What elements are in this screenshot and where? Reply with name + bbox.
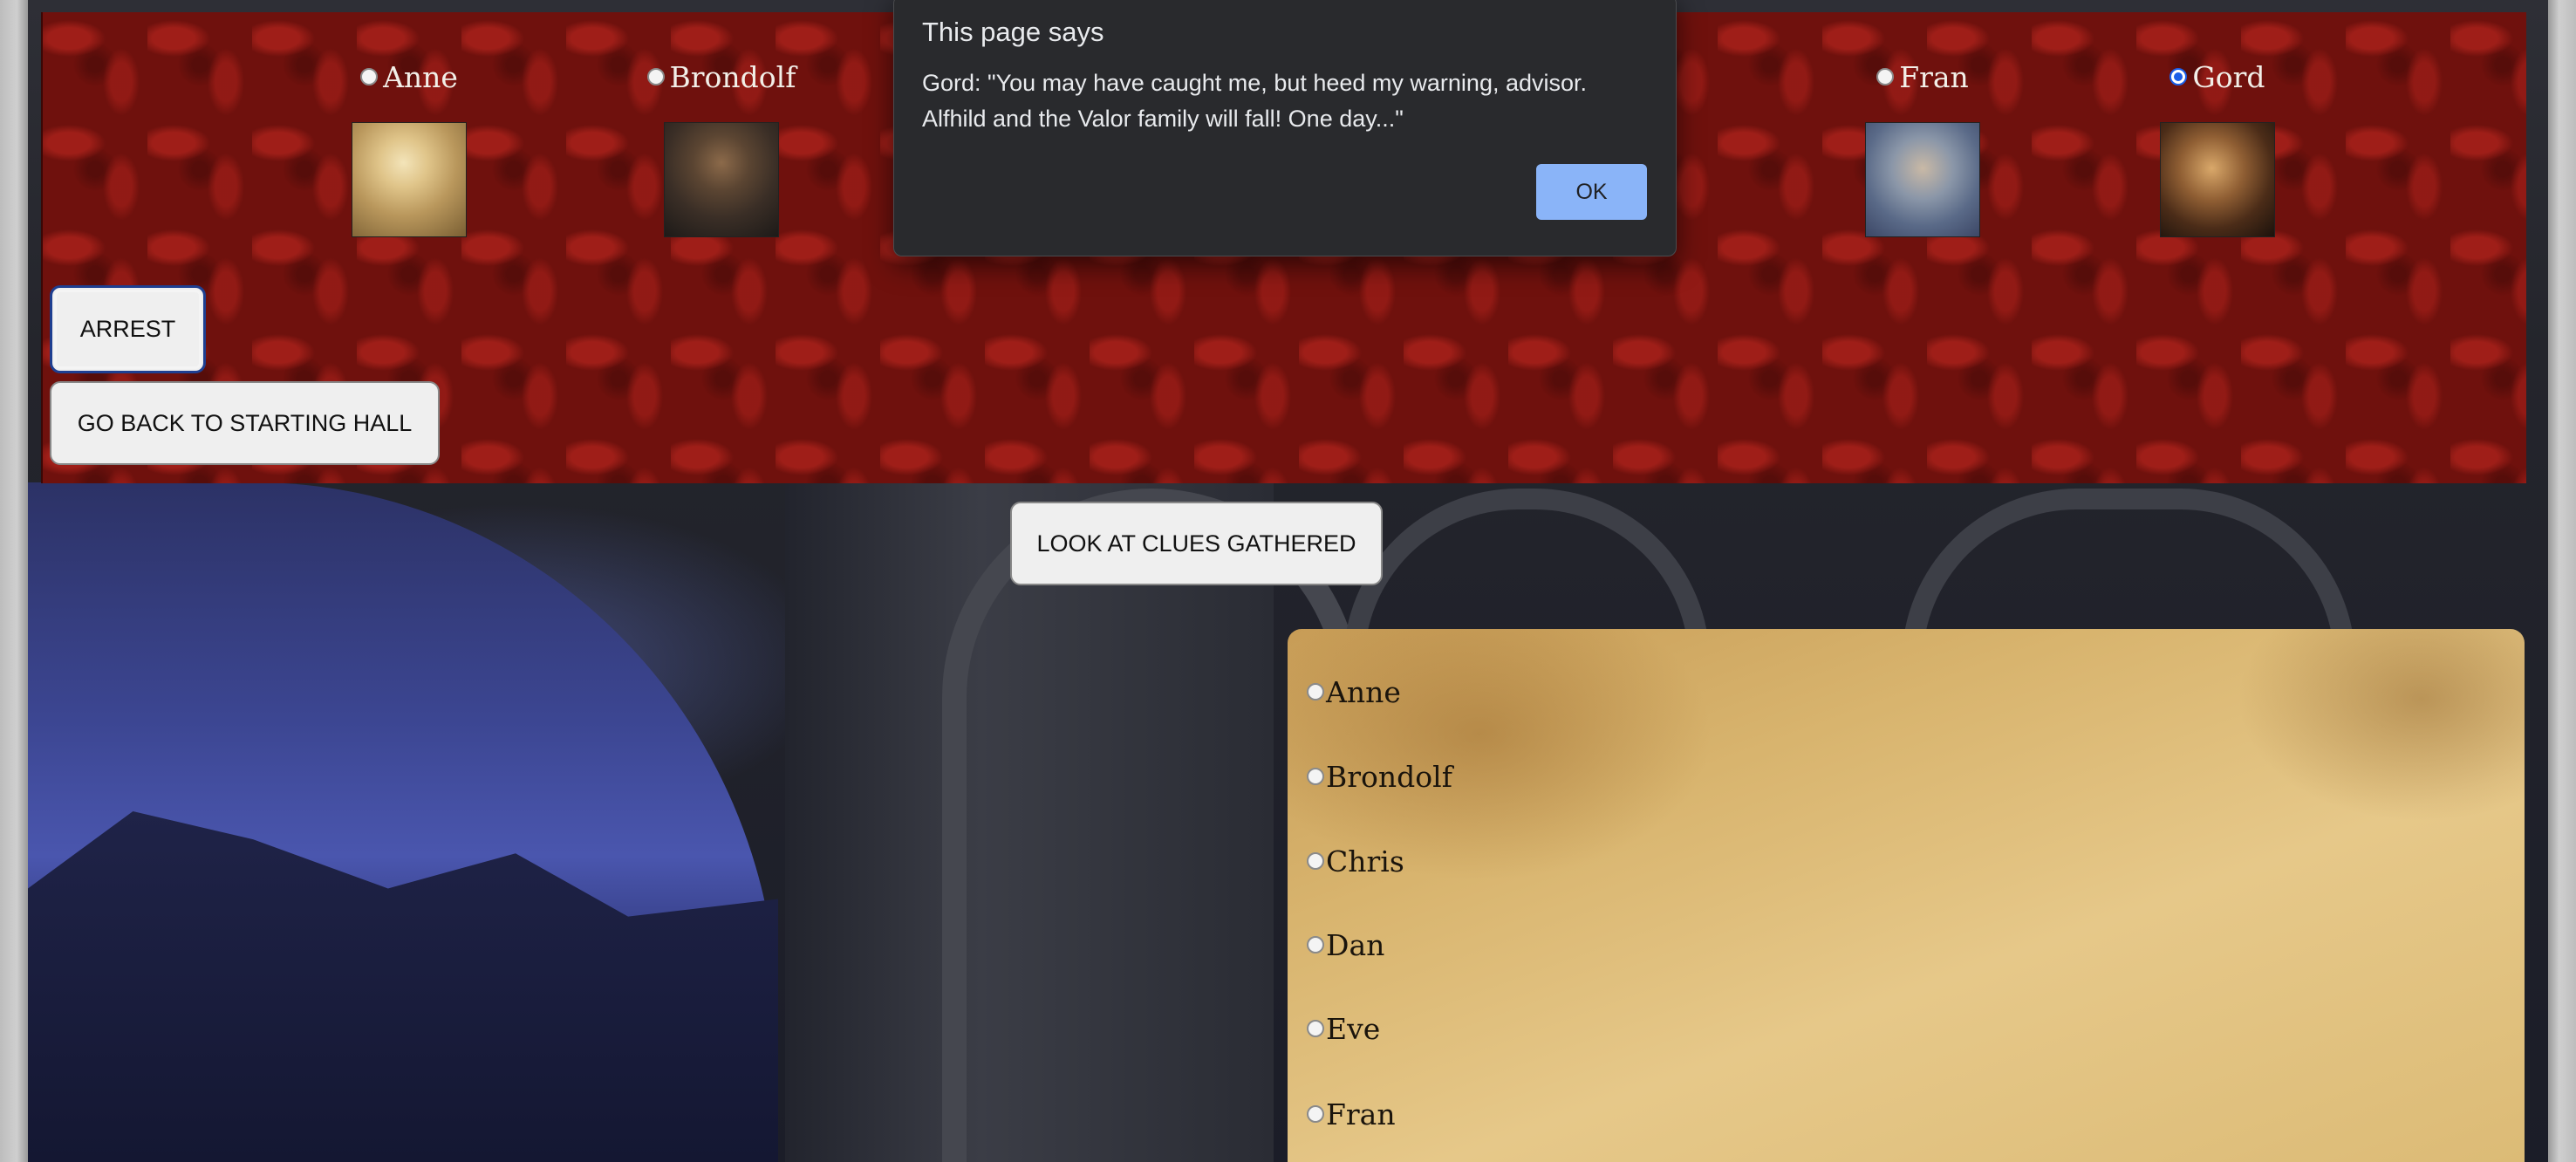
clue-radio-chris[interactable] (1307, 852, 1324, 870)
suspect-radio-brondolf[interactable] (646, 68, 665, 85)
dialog-message: Gord: "You may have caught me, but heed … (922, 70, 1588, 132)
suspect-radio-gord[interactable] (2169, 68, 2188, 85)
clue-item-fran[interactable]: Fran (1307, 1097, 1396, 1131)
clue-item-anne[interactable]: Anne (1307, 674, 1401, 709)
look-at-clues-button[interactable]: LOOK AT CLUES GATHERED (1010, 502, 1383, 585)
suspect-radio-row[interactable]: Brondolf (625, 59, 817, 94)
suspect-radio-fran[interactable] (1876, 68, 1895, 85)
clue-radio-dan[interactable] (1307, 936, 1324, 954)
suspect-radio-anne[interactable] (360, 68, 379, 85)
brondolf-portrait (664, 122, 779, 237)
clue-label: Eve (1326, 1011, 1381, 1046)
clue-item-chris[interactable]: Chris (1307, 844, 1404, 878)
clue-radio-brondolf[interactable] (1307, 768, 1324, 785)
back-to-starting-hall-button[interactable]: GO BACK TO STARTING HALL (50, 381, 440, 465)
clue-parchment-panel: Anne Brondolf Chris Dan Eve Fran (1288, 629, 2525, 1162)
arrest-button[interactable]: ARREST (50, 285, 206, 373)
clue-label: Dan (1326, 927, 1385, 962)
suspect-anne[interactable]: Anne (313, 59, 505, 269)
gord-portrait (2160, 122, 2275, 237)
clue-label: Brondolf (1326, 759, 1452, 794)
suspect-label: Fran (1899, 59, 1969, 94)
clue-label: Chris (1326, 844, 1404, 878)
suspect-fran[interactable]: Fran (1827, 59, 2019, 269)
page-frame-right (2548, 0, 2576, 1162)
suspect-radio-row[interactable]: Gord (2122, 59, 2313, 94)
clue-label: Fran (1326, 1097, 1396, 1131)
clue-item-eve[interactable]: Eve (1307, 1011, 1380, 1046)
clue-label: Anne (1326, 674, 1401, 709)
suspect-gord[interactable]: Gord (2122, 59, 2313, 269)
page-frame-left (0, 0, 28, 1162)
suspect-label: Gord (2192, 59, 2265, 94)
dialog-ok-button[interactable]: OK (1536, 164, 1647, 220)
dialog-title: This page says (922, 17, 1104, 47)
suspect-radio-row[interactable]: Fran (1827, 59, 2019, 94)
alert-dialog: This page says Gord: "You may have caugh… (893, 0, 1677, 256)
suspect-label: Brondolf (669, 59, 796, 94)
clue-radio-eve[interactable] (1307, 1020, 1324, 1037)
clue-radio-fran[interactable] (1307, 1105, 1324, 1123)
clue-radio-anne[interactable] (1307, 683, 1324, 701)
clue-item-dan[interactable]: Dan (1307, 927, 1384, 962)
suspect-label: Anne (383, 59, 458, 94)
suspect-radio-row[interactable]: Anne (313, 59, 505, 94)
fran-portrait (1865, 122, 1980, 237)
suspect-brondolf[interactable]: Brondolf (625, 59, 817, 269)
anne-portrait (352, 122, 467, 237)
clue-item-brondolf[interactable]: Brondolf (1307, 759, 1452, 794)
